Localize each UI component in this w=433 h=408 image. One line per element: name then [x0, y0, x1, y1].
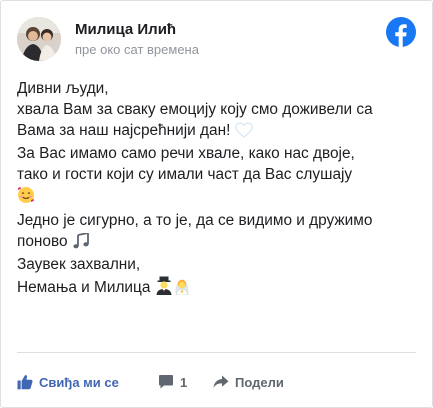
post-line-with-emoji: Вама за наш најсрећнији дан!: [17, 121, 422, 145]
post-line-with-emoji: Немања и Милица: [17, 276, 422, 302]
post-line: За Вас имамо само речи хвале, како нас д…: [17, 145, 355, 163]
post-header: Милица Илић пре око сат времена: [17, 17, 416, 61]
facebook-post-card: Милица Илић пре око сат времена Дивни љу…: [0, 0, 433, 408]
post-line: хвала Вам за сваку емоцију коју смо дожи…: [17, 100, 373, 118]
share-label: Подели: [235, 374, 284, 390]
share-button[interactable]: Подели: [213, 371, 284, 393]
post-actions-bar: Свиђа ми се 1 Подели: [17, 371, 417, 393]
bride-emoji-icon: [173, 276, 191, 302]
post-line: Дивни људи,: [17, 80, 109, 97]
musical-notes-emoji-icon: [72, 231, 90, 256]
comment-button[interactable]: 1: [158, 371, 187, 393]
post-line-with-emoji: поново: [17, 231, 422, 256]
post-timestamp[interactable]: пре око сат времена: [75, 42, 199, 57]
post-line: Једно је сигурно, а то је, да се видимо …: [17, 211, 373, 229]
groom-emoji-icon: [155, 276, 173, 302]
like-button[interactable]: Свиђа ми се: [17, 371, 119, 393]
smiling-face-with-hearts-emoji-icon: [17, 186, 35, 211]
comment-count: 1: [180, 374, 188, 390]
post-line-text: поново: [17, 232, 68, 250]
avatar[interactable]: [17, 17, 61, 61]
facebook-logo-icon[interactable]: [386, 17, 416, 47]
comment-icon: [159, 375, 173, 389]
share-icon: [213, 375, 229, 388]
post-line-text: Вама за наш најсрећнији дан!: [17, 121, 231, 139]
heart-emoji-icon: [235, 121, 253, 145]
actions-divider: [17, 352, 416, 353]
like-label: Свиђа ми се: [39, 374, 119, 390]
post-line-text: Немања и Милица: [17, 279, 151, 297]
thumbs-up-icon: [17, 375, 33, 390]
post-line-with-emoji: [17, 186, 422, 211]
author-name[interactable]: Милица Илић: [75, 21, 176, 38]
post-body: Дивни људи, хвала Вам за сваку емоцију к…: [17, 79, 422, 302]
post-line: Заувек захвални,: [17, 256, 141, 274]
post-line: тако и гости који су имали част да Вас с…: [17, 166, 353, 184]
